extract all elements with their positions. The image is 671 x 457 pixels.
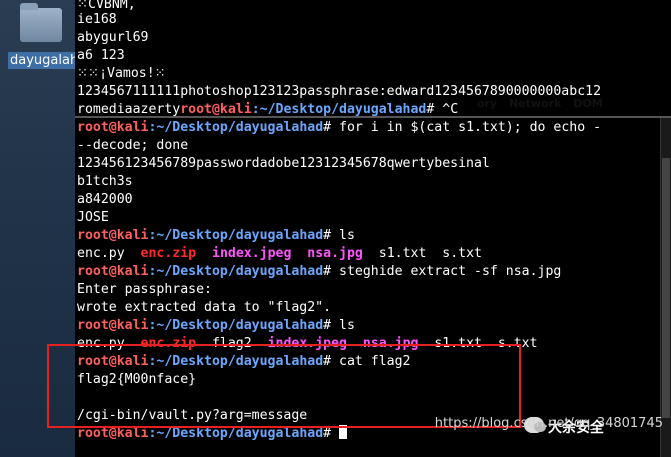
- file-name: s1.txt s.txt: [362, 246, 482, 261]
- terminal-line: Enter passphrase:: [77, 282, 212, 297]
- prompt-path: :~/Desktop/dayugalahad: [148, 426, 324, 441]
- prompt-symbol: #: [323, 228, 332, 243]
- terminal-line: ie168: [77, 12, 117, 27]
- terminal-line: root@kali:~/Desktop/dayugalahad# ls: [77, 227, 355, 245]
- image-file-name: index.jpeg: [212, 246, 292, 261]
- prompt-path: :~/Desktop/dayugalahad: [148, 264, 324, 279]
- prompt-user: root@kali: [180, 102, 252, 117]
- prompt-user: root@kali: [77, 120, 149, 135]
- prompt-symbol: #: [323, 120, 332, 135]
- prompt-user: root@kali: [77, 264, 149, 279]
- file-name: enc.py: [77, 246, 141, 261]
- scrollbar-thumb[interactable]: [662, 158, 670, 418]
- prompt-symbol: #: [323, 426, 332, 441]
- prompt-path: :~/Desktop/dayugalahad: [251, 102, 427, 117]
- terminal-line: wrote extracted data to "flag2".: [77, 300, 332, 315]
- terminal-line: a842000: [77, 192, 133, 207]
- image-file-name: nsa.jpg: [307, 246, 363, 261]
- spacer-text: [196, 246, 212, 261]
- ghost-menu-item: ory: [477, 97, 498, 110]
- watermark-url: https://blog.csdn.net/qq_34801745: [434, 416, 663, 431]
- prompt-user: root@kali: [77, 228, 149, 243]
- terminal-line: root@kali:~/Desktop/dayugalahad# ls: [77, 317, 355, 335]
- terminal-text: romediaazerty: [77, 102, 181, 117]
- prompt-path: :~/Desktop/dayugalahad: [148, 228, 324, 243]
- command-text: steghide extract -sf nsa.jpg: [331, 264, 562, 279]
- terminal-line: ⁙⁙¡Vamos!⁙: [77, 66, 166, 81]
- terminal-line: JOSE: [77, 210, 109, 225]
- terminal-line: root@kali:~/Desktop/dayugalahad# steghid…: [77, 263, 561, 281]
- prompt-path: :~/Desktop/dayugalahad: [148, 120, 324, 135]
- prompt-symbol: #: [323, 318, 332, 333]
- folder-icon: [20, 3, 62, 42]
- prompt-user: root@kali: [77, 318, 149, 333]
- archive-file-name: enc.zip: [140, 246, 197, 261]
- prompt-path: :~/Desktop/dayugalahad: [148, 318, 324, 333]
- terminal-line: --decode; done: [77, 138, 189, 153]
- terminal-scrollbar[interactable]: [660, 118, 671, 457]
- prompt-symbol: #: [323, 264, 332, 279]
- terminal-separator: [75, 116, 671, 118]
- ghost-menu-item: Network: [509, 97, 562, 110]
- ls-output-line: enc.py enc.zip index.jpeg nsa.jpg s1.txt…: [77, 245, 482, 263]
- command-text: for i in $(cat s1.txt); do echo -: [331, 120, 602, 135]
- terminal-line: a6 123: [77, 48, 125, 63]
- terminal-line: root@kali:~/Desktop/dayugalahad# for i i…: [77, 119, 601, 137]
- command-text: ls: [331, 228, 355, 243]
- terminal-line: abygurl69: [77, 30, 149, 45]
- ghost-menu-item: DOM: [573, 97, 603, 110]
- command-text: ls: [331, 318, 355, 333]
- prompt-user: root@kali: [77, 426, 149, 441]
- command-text: ^C: [434, 102, 459, 117]
- spacer-text: [291, 246, 307, 261]
- ghost-menu: ory Network DOM: [477, 97, 611, 110]
- desktop-folder-icon[interactable]: dayugalahad: [8, 3, 88, 69]
- terminal-line: 123456123456789passwordadobe12312345678q…: [77, 156, 490, 171]
- terminal-line: b1tch3s: [77, 174, 133, 189]
